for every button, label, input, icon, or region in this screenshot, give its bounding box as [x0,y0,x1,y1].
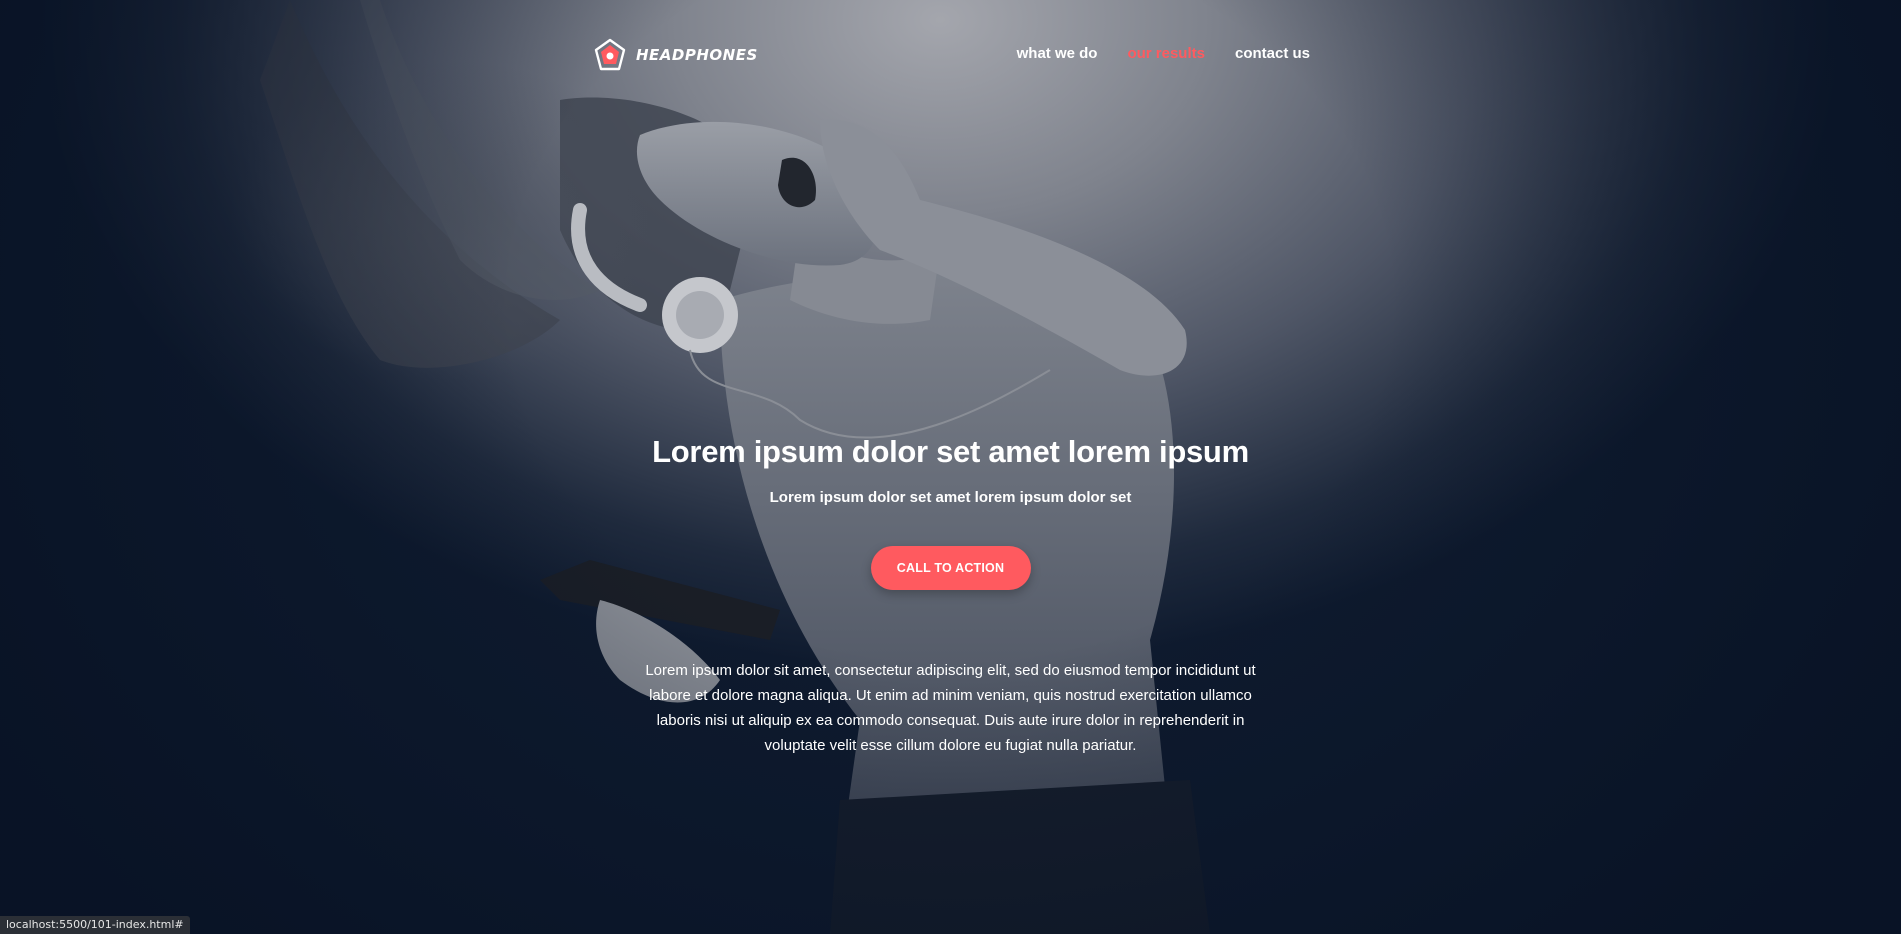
nav-link-what-we-do[interactable]: what we do [1017,45,1098,62]
hero-title: Lorem ipsum dolor set amet lorem ipsum [652,434,1249,469]
main-nav: what we do our results contact us [1017,45,1310,62]
hero-subtitle: Lorem ipsum dolor set amet lorem ipsum d… [769,489,1132,506]
brand-name: HEADPHONES [636,46,758,64]
hero-body-text: Lorem ipsum dolor sit amet, consectetur … [645,662,1256,754]
pentagon-logo-icon [594,38,626,71]
site-header: HEADPHONES what we do our results contac… [594,36,1310,76]
brand-logo[interactable]: HEADPHONES [594,36,758,74]
nav-link-contact-us[interactable]: contact us [1235,45,1310,62]
browser-status-bar-url: localhost:5500/101-index.html# [0,916,190,934]
hero-content: Lorem ipsum dolor set amet lorem ipsum L… [600,428,1301,758]
call-to-action-button[interactable]: CALL TO ACTION [870,546,1031,590]
nav-link-our-results[interactable]: our results [1127,45,1205,62]
